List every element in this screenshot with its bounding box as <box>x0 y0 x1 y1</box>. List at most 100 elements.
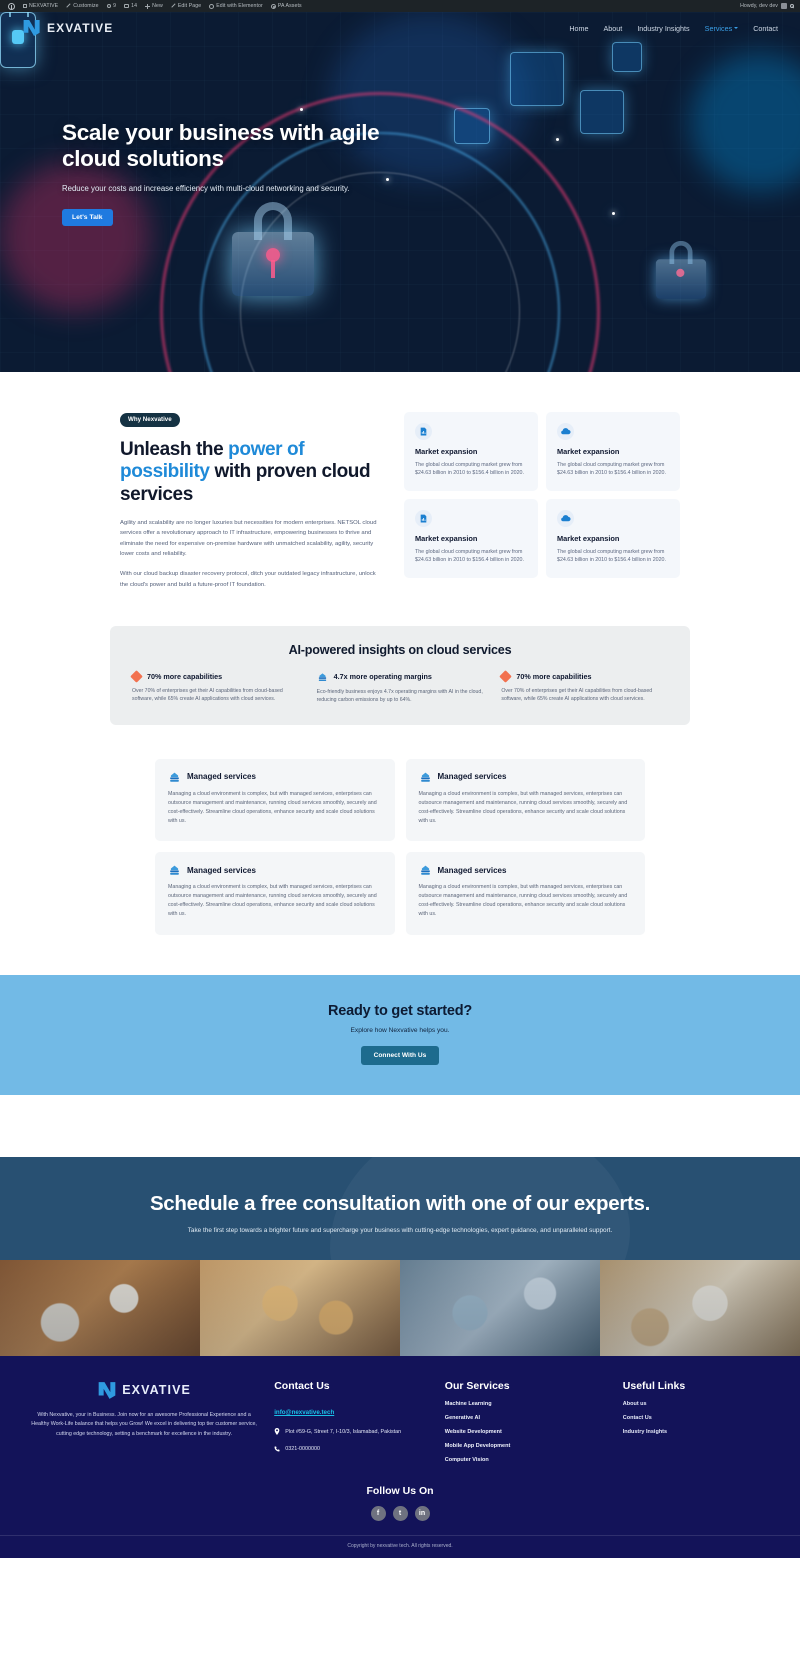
elementor-icon <box>209 3 215 9</box>
footer-service-item[interactable]: Website Development <box>445 1429 607 1435</box>
hero-copy: Scale your business with agile cloud sol… <box>62 120 412 226</box>
market-expansion-card: Market expansion The global cloud comput… <box>546 498 680 578</box>
consultation-subtext: Take the first step towards a brighter f… <box>187 1226 613 1234</box>
footer-link-item[interactable]: About us <box>623 1401 770 1407</box>
insight-text: Over 70% of enterprises get their AI cap… <box>501 687 653 703</box>
plus-icon <box>145 3 151 9</box>
photo-thumbnail <box>0 1259 200 1356</box>
nav-item-services-label: Services <box>704 23 733 33</box>
admin-bar-edit-page[interactable]: Edit Page <box>167 3 205 9</box>
why-heading: Unleash the power of possibility with pr… <box>120 439 382 507</box>
photo-strip <box>0 1259 800 1356</box>
footer-phone-row: 0321-0000000 <box>274 1445 429 1454</box>
card-title: Managed services <box>187 865 256 875</box>
footer-logo-text: EXVATIVE <box>122 1382 191 1397</box>
cloud-server-icon <box>168 864 181 876</box>
footer-service-item[interactable]: Generative AI <box>445 1415 607 1421</box>
nav-item-contact[interactable]: Contact <box>753 24 778 33</box>
cloud-icon <box>557 509 574 527</box>
photo-thumbnail <box>200 1259 400 1356</box>
why-paragraph-2: With our cloud backup disaster recovery … <box>120 571 376 588</box>
card-title: Market expansion <box>557 533 620 543</box>
admin-bar-edit-elementor[interactable]: Edit with Elementor <box>205 3 267 9</box>
card-text: Managing a cloud environment is complex,… <box>168 884 377 918</box>
padlock-icon <box>655 240 707 299</box>
market-expansion-card: Market expansion The global cloud comput… <box>404 498 538 578</box>
footer-service-item[interactable]: Computer Vision <box>445 1457 607 1463</box>
footer-logo[interactable]: EXVATIVE <box>30 1380 258 1400</box>
search-icon[interactable] <box>790 4 794 8</box>
nav-item-industry-insights[interactable]: Industry Insights <box>637 24 689 33</box>
card-text: Managing a cloud environment is complex,… <box>418 790 628 825</box>
consultation-heading: Schedule a free consultation with one of… <box>149 1191 651 1215</box>
lets-talk-button[interactable]: Let's Talk <box>62 208 113 226</box>
footer-contact-column: Contact Us info@nexvative.tech Plot #59-… <box>274 1380 429 1471</box>
logo[interactable]: EXVATIVE <box>22 18 113 38</box>
footer-email-link[interactable]: info@nexvative.tech <box>274 1409 334 1416</box>
why-left-column: Why Nexvative Unleash the power of possi… <box>120 408 382 590</box>
why-paragraph-1: Agility and scalability are no longer lu… <box>120 519 377 557</box>
footer-link-item[interactable]: Contact Us <box>623 1415 770 1421</box>
card-title: Managed services <box>437 865 507 875</box>
card-title: Market expansion <box>415 533 478 543</box>
admin-bar-updates[interactable]: 9 <box>103 3 121 9</box>
admin-bar-customize-label: Customize <box>73 3 99 9</box>
document-chart-icon <box>415 509 432 527</box>
cloud-icon <box>557 423 574 440</box>
footer-service-item[interactable]: Machine Learning <box>445 1401 607 1407</box>
insight-title: 70% more capabilities <box>516 671 592 681</box>
social-icons: f t in <box>0 1505 800 1521</box>
why-badge: Why Nexvative <box>120 412 180 427</box>
insight-item: 70% more capabilities Over 70% of enterp… <box>130 669 299 705</box>
admin-bar-new[interactable]: New <box>141 3 167 9</box>
admin-bar-site-name[interactable]: NEXVATIVE <box>19 3 62 9</box>
card-title: Market expansion <box>557 447 620 456</box>
footer-link-item[interactable]: Industry Insights <box>623 1429 770 1435</box>
admin-bar-customize[interactable]: Customize <box>62 3 102 9</box>
footer-service-item[interactable]: Mobile App Development <box>445 1443 607 1449</box>
card-title: Managed services <box>437 772 507 782</box>
location-pin-icon <box>274 1428 280 1436</box>
twitter-icon[interactable]: t <box>392 1505 408 1521</box>
admin-bar-wp-logo[interactable] <box>4 2 19 10</box>
wordpress-logo-icon <box>8 2 15 10</box>
footer-links-column: Useful Links About us Contact Us Industr… <box>623 1380 770 1471</box>
linkedin-icon[interactable]: in <box>414 1505 430 1521</box>
logo-text: EXVATIVE <box>47 21 114 35</box>
footer-phone-text: 0321-0000000 <box>285 1446 320 1453</box>
admin-bar-comments-count: 14 <box>131 3 138 9</box>
nav-item-home[interactable]: Home <box>569 24 588 33</box>
home-icon <box>23 4 27 8</box>
cloud-server-icon <box>419 864 432 876</box>
nav-item-about[interactable]: About <box>604 24 623 33</box>
hero-node <box>580 90 624 134</box>
diamond-icon <box>499 669 513 683</box>
footer-about-column: EXVATIVE With Nexvative, your in Busines… <box>30 1380 258 1471</box>
chevron-down-icon <box>734 27 739 29</box>
insight-text: Over 70% of enterprises get their AI cap… <box>132 687 283 703</box>
footer-about-text: With Nexvative, your in Business. Join n… <box>31 1411 257 1437</box>
market-expansion-card: Market expansion The global cloud comput… <box>404 412 538 491</box>
managed-services-card: Managed services Managing a cloud enviro… <box>155 758 395 842</box>
footer-links-title: Useful Links <box>622 1379 686 1392</box>
admin-bar-pa-assets[interactable]: PA Assets <box>267 3 306 9</box>
hero-section: EXVATIVE Home About Industry Insights Se… <box>0 12 800 372</box>
insight-text: Eco-friendly business enjoys 4.7x operat… <box>316 688 483 704</box>
admin-bar-site-label: NEXVATIVE <box>29 3 59 9</box>
main-nav: Home About Industry Insights Services Co… <box>569 24 778 33</box>
facebook-icon[interactable]: f <box>370 1505 386 1521</box>
document-chart-icon <box>415 423 432 440</box>
comment-icon <box>124 4 130 8</box>
follow-us-section: Follow Us On f t in <box>0 1471 800 1531</box>
card-text: Managing a cloud environment is complex,… <box>168 790 377 825</box>
market-cards-grid: Market expansion The global cloud comput… <box>404 408 680 578</box>
connect-with-us-button[interactable]: Connect With Us <box>360 1045 440 1065</box>
nav-item-services[interactable]: Services <box>705 24 739 33</box>
footer-services-list: Machine Learning Generative AI Website D… <box>445 1401 607 1463</box>
wp-admin-bar: NEXVATIVE Customize 9 14 New Edit Page E… <box>0 0 800 12</box>
admin-bar-account[interactable]: Howdy, dev dev <box>740 3 796 9</box>
cloud-server-icon <box>419 771 432 783</box>
admin-bar-comments[interactable]: 14 <box>120 3 141 9</box>
admin-bar-new-label: New <box>152 3 163 9</box>
pa-assets-icon <box>270 3 276 9</box>
